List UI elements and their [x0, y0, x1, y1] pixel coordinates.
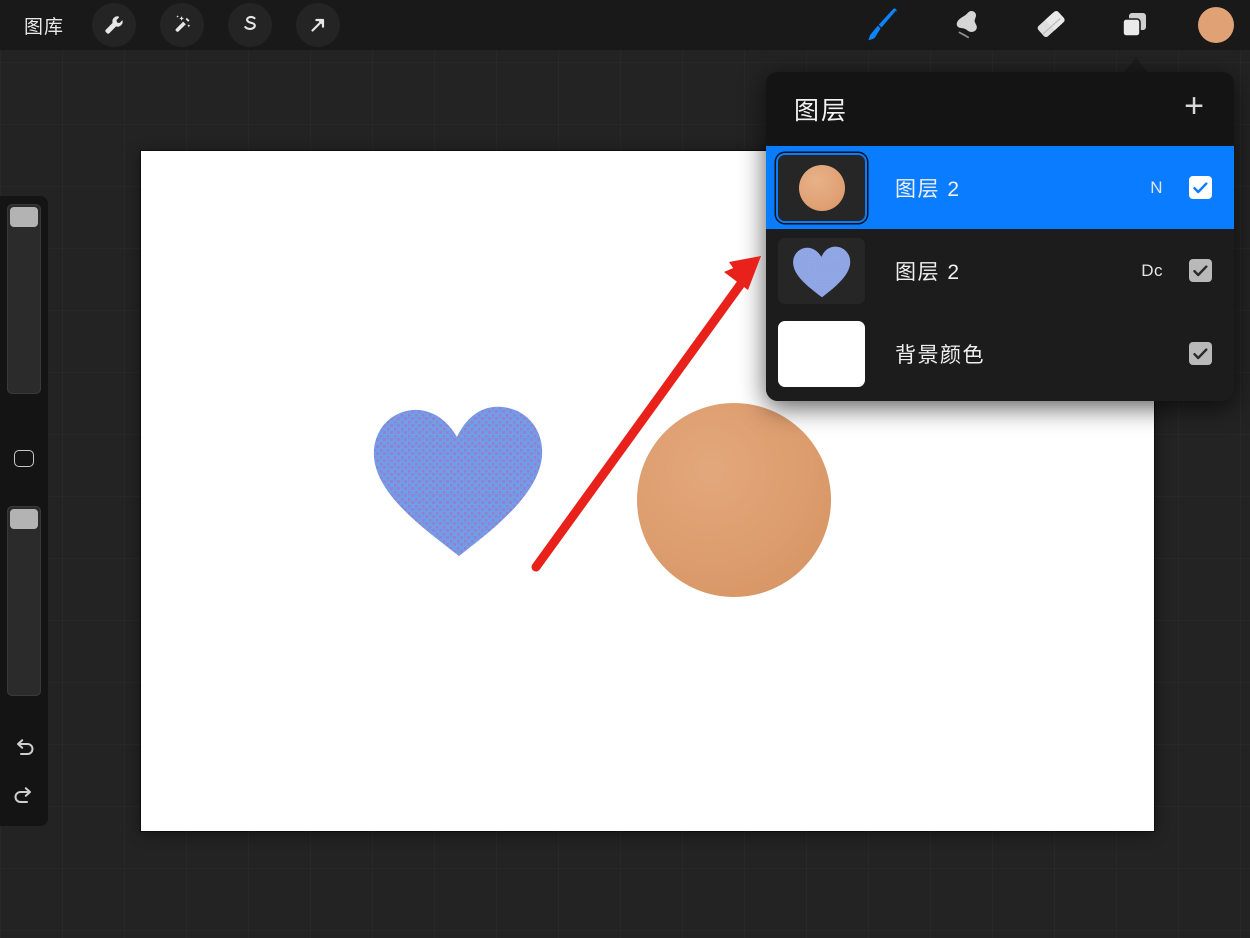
- brush-size-slider-knob[interactable]: [10, 207, 38, 227]
- eraser-icon[interactable]: [1022, 3, 1078, 47]
- smudge-icon[interactable]: [938, 3, 994, 47]
- layer-blend-mode[interactable]: N: [1129, 178, 1163, 198]
- paintbrush-icon[interactable]: [854, 3, 910, 47]
- layer-row[interactable]: 图层 2 N: [766, 146, 1234, 229]
- transform-arrow-icon[interactable]: [296, 3, 340, 47]
- layer-list: 图层 2 N: [766, 146, 1234, 401]
- layer-name[interactable]: 背景颜色: [895, 339, 985, 369]
- layer-blend-mode[interactable]: Dc: [1129, 261, 1163, 281]
- left-sidebar: [0, 196, 48, 826]
- color-swatch-button[interactable]: [1198, 7, 1234, 43]
- layers-icon[interactable]: [1106, 3, 1162, 47]
- opacity-slider[interactable]: [7, 506, 41, 696]
- top-toolbar-right-group: [840, 3, 1250, 47]
- top-toolbar: 图库: [0, 0, 1250, 50]
- layer-row[interactable]: 背景颜色: [766, 312, 1234, 395]
- layers-panel: 图层 + 图层 2 N: [766, 72, 1234, 401]
- magic-wand-icon[interactable]: [160, 3, 204, 47]
- layers-panel-caret: [1123, 58, 1149, 73]
- thumbnail-circle-icon: [799, 165, 845, 211]
- layer-visibility-checkbox[interactable]: [1189, 342, 1212, 365]
- modify-square-button[interactable]: [0, 436, 48, 480]
- layer-row[interactable]: 图层 2 Dc: [766, 229, 1234, 312]
- circle-shape: [637, 403, 831, 597]
- heart-shape: [369, 396, 549, 561]
- selection-icon[interactable]: [228, 3, 272, 47]
- layer-thumbnail[interactable]: [778, 155, 865, 221]
- layer-thumbnail[interactable]: [778, 321, 865, 387]
- redo-button[interactable]: [0, 774, 48, 818]
- square-icon: [14, 450, 34, 467]
- layer-name[interactable]: 图层 2: [895, 256, 961, 286]
- opacity-slider-knob[interactable]: [10, 509, 38, 529]
- layer-visibility-checkbox[interactable]: [1189, 259, 1212, 282]
- top-toolbar-left-group: 图库: [0, 3, 352, 47]
- undo-button[interactable]: [0, 726, 48, 770]
- layers-panel-header: 图层 +: [766, 72, 1234, 146]
- gallery-button[interactable]: 图库: [18, 12, 80, 39]
- layer-name[interactable]: 图层 2: [895, 173, 961, 203]
- adjustments-wrench-icon[interactable]: [92, 3, 136, 47]
- layer-thumbnail[interactable]: [778, 238, 865, 304]
- thumbnail-heart-icon: [791, 243, 853, 299]
- layers-panel-title: 图层: [794, 91, 848, 127]
- brush-size-slider[interactable]: [7, 204, 41, 394]
- add-layer-button[interactable]: +: [1180, 89, 1208, 129]
- app-root: 图库: [0, 0, 1250, 938]
- layer-visibility-checkbox[interactable]: [1189, 176, 1212, 199]
